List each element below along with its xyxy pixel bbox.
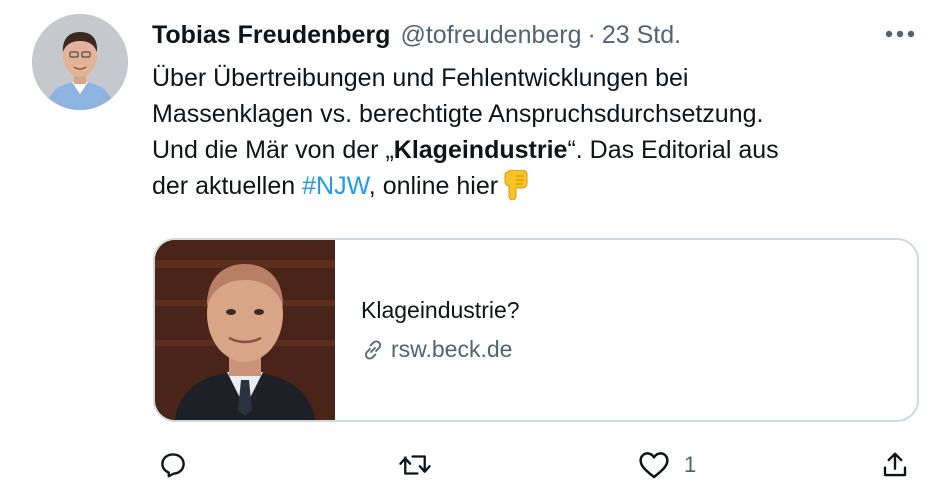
tweet-text-segment: Und die Mär von der „: [152, 136, 394, 164]
more-dots-icon: [885, 30, 915, 38]
tweet-text-line-2: Massenklagen vs. berechtigte Anspruchsdu…: [152, 100, 764, 128]
link-icon: [364, 339, 382, 360]
link-preview-card[interactable]: Klageindustrie? rsw.beck.de: [153, 238, 919, 422]
tweet-text-line-3: Und die Mär von der „Klageindustrie“. Da…: [152, 132, 922, 168]
tweet-text-segment: “. Das Editorial aus: [567, 136, 779, 164]
hashtag-link[interactable]: #NJW: [302, 172, 369, 200]
card-title: Klageindustrie?: [361, 297, 520, 323]
card-portrait-image: [155, 240, 335, 420]
tweet-text-segment: der aktuellen: [152, 172, 303, 200]
tweet-header: Tobias Freudenberg @tofreudenberg · 23 S…: [152, 18, 910, 52]
card-domain: rsw.beck.de: [361, 336, 520, 363]
reply-button[interactable]: [158, 445, 188, 485]
tweet-actions-bar: 1: [152, 445, 922, 485]
tweet-text-segment: , online hier: [368, 172, 499, 200]
bold-keyword: Klageindustrie: [393, 136, 568, 164]
tweet-timestamp[interactable]: 23 Std.: [602, 21, 681, 50]
tweet-text-line-4: der aktuellen #NJW, online hier: [152, 168, 922, 210]
card-body: Klageindustrie? rsw.beck.de: [335, 240, 520, 420]
share-button[interactable]: [880, 445, 910, 485]
card-domain-text: rsw.beck.de: [391, 336, 513, 362]
pointing-down-emoji-icon: [502, 169, 528, 210]
heart-icon: [639, 452, 669, 479]
more-options-button[interactable]: [882, 22, 918, 46]
card-thumbnail: [155, 240, 335, 420]
reply-icon: [161, 453, 185, 478]
header-separator: ·: [587, 20, 596, 49]
like-button[interactable]: 1: [638, 445, 696, 485]
author-name[interactable]: Tobias Freudenberg: [152, 21, 390, 50]
like-count: 1: [684, 452, 697, 477]
share-icon: [883, 452, 907, 477]
retweet-icon: [399, 455, 431, 475]
author-avatar[interactable]: [32, 14, 128, 110]
tweet-text-line-1: Über Übertreibungen und Fehlentwicklunge…: [152, 64, 689, 92]
tweet-text: Über Übertreibungen und Fehlentwicklunge…: [152, 60, 922, 210]
avatar-image: [32, 14, 128, 110]
retweet-button[interactable]: [398, 445, 432, 485]
author-handle[interactable]: @tofreudenberg: [400, 21, 581, 50]
